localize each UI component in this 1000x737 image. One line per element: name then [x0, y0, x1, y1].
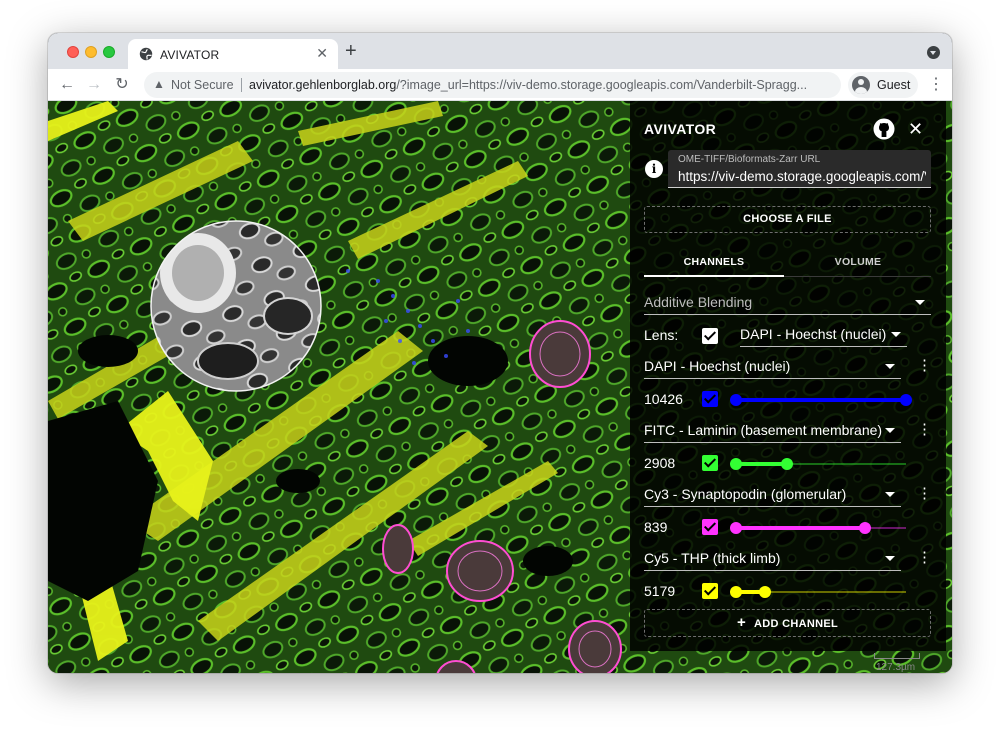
- slider-thumb-high[interactable]: [859, 522, 872, 534]
- chevron-down-icon: [885, 428, 895, 433]
- browser-menu-icon[interactable]: ⋮: [928, 75, 944, 95]
- add-channel-button[interactable]: + ADD CHANNEL: [644, 609, 931, 637]
- github-icon[interactable]: [873, 118, 895, 140]
- profile-avatar-icon: [852, 76, 870, 94]
- channel-value: 2908: [644, 455, 676, 471]
- url-field-label: OME-TIFF/Bioformats-Zarr URL: [678, 154, 821, 165]
- channel-name: Cy3 - Synaptopodin (glomerular): [644, 486, 847, 502]
- channel-slider[interactable]: [730, 521, 906, 535]
- channel-visibility-checkbox[interactable]: [702, 519, 718, 535]
- back-icon[interactable]: ←: [57, 75, 77, 95]
- chevron-down-icon: [885, 556, 895, 561]
- add-channel-label: ADD CHANNEL: [754, 618, 839, 630]
- tab-search-icon[interactable]: [927, 46, 940, 59]
- channel-name: DAPI - Hoechst (nuclei): [644, 358, 791, 374]
- tab-title: AVIVATOR: [160, 48, 220, 62]
- profile-label: Guest: [877, 78, 911, 92]
- scale-bar-label: 127.3µm: [876, 662, 916, 673]
- chevron-down-icon: [885, 364, 895, 369]
- channel-slider[interactable]: [730, 457, 906, 471]
- minimize-window-button[interactable]: [85, 46, 97, 58]
- scale-bar-line: [874, 653, 920, 659]
- plus-icon: +: [736, 614, 747, 631]
- lens-channel-select[interactable]: DAPI - Hoechst (nuclei): [740, 323, 907, 347]
- chevron-down-icon: [915, 300, 925, 305]
- browser-window: AVIVATOR ✕ + ← → ↻ ▲ Not Secure avivator…: [48, 33, 952, 673]
- tab-strip: AVIVATOR ✕ +: [48, 33, 952, 69]
- url-host: avivator.gehlenborglab.org: [249, 78, 397, 92]
- control-panel: AVIVATOR ✕ i OME-TIFF/Bioformats-Zarr UR…: [630, 101, 946, 651]
- warning-icon[interactable]: ▲: [153, 77, 165, 91]
- lens-checkbox[interactable]: [702, 328, 718, 344]
- panel-tabs: CHANNELS VOLUME: [644, 249, 931, 277]
- lens-channel-value: DAPI - Hoechst (nuclei): [740, 326, 887, 342]
- security-label[interactable]: Not Secure: [171, 78, 234, 92]
- channel-value: 10426: [644, 391, 683, 407]
- channel-select-dapi[interactable]: DAPI - Hoechst (nuclei): [644, 355, 901, 379]
- omnibox-divider: [241, 78, 242, 92]
- chevron-down-icon: [891, 332, 901, 337]
- chevron-down-icon: [885, 492, 895, 497]
- channel-options-icon[interactable]: ⋮: [917, 550, 932, 565]
- globe-icon: [139, 47, 153, 61]
- browser-tab[interactable]: AVIVATOR ✕: [128, 39, 338, 69]
- channel-select-fitc[interactable]: FITC - Laminin (basement membrane): [644, 419, 901, 443]
- slider-thumb-low[interactable]: [730, 458, 742, 470]
- close-window-button[interactable]: [67, 46, 79, 58]
- url-field-value[interactable]: https://viv-demo.storage.googleapis.com/…: [678, 169, 926, 184]
- image-url-field[interactable]: OME-TIFF/Bioformats-Zarr URL https://viv…: [668, 150, 931, 188]
- channel-slider[interactable]: [730, 393, 912, 407]
- new-tab-button[interactable]: +: [345, 40, 357, 62]
- info-icon[interactable]: i: [645, 160, 663, 178]
- reload-icon[interactable]: ↻: [112, 75, 132, 95]
- tab-close-icon[interactable]: ✕: [316, 46, 328, 60]
- panel-title: AVIVATOR: [644, 121, 717, 137]
- channel-visibility-checkbox[interactable]: [702, 391, 718, 407]
- slider-thumb-high[interactable]: [900, 394, 912, 406]
- blending-value: Additive Blending: [644, 294, 753, 310]
- close-panel-icon[interactable]: ✕: [908, 119, 923, 139]
- browser-toolbar: ← → ↻ ▲ Not Secure avivator.gehlenborgla…: [48, 69, 952, 101]
- slider-thumb-high[interactable]: [781, 458, 793, 470]
- tab-channels[interactable]: CHANNELS: [644, 249, 784, 277]
- maximize-window-button[interactable]: [103, 46, 115, 58]
- lens-label: Lens:: [644, 327, 679, 343]
- channel-value: 839: [644, 519, 668, 535]
- channel-options-icon[interactable]: ⋮: [917, 422, 932, 437]
- slider-track: [736, 462, 787, 466]
- choose-file-button[interactable]: CHOOSE A FILE: [644, 206, 931, 233]
- slider-track: [736, 398, 906, 402]
- profile-button[interactable]: Guest: [848, 72, 918, 98]
- channel-options-icon[interactable]: ⋮: [917, 358, 932, 373]
- address-bar[interactable]: ▲ Not Secure avivator.gehlenborglab.org/…: [144, 72, 841, 98]
- channel-visibility-checkbox[interactable]: [702, 583, 718, 599]
- forward-icon[interactable]: →: [84, 75, 104, 95]
- url-text[interactable]: avivator.gehlenborglab.org/?image_url=ht…: [249, 78, 829, 92]
- channel-slider[interactable]: [730, 585, 906, 599]
- channel-options-icon[interactable]: ⋮: [917, 486, 932, 501]
- slider-thumb-low[interactable]: [730, 394, 742, 406]
- slider-thumb-low[interactable]: [730, 586, 742, 598]
- channel-visibility-checkbox[interactable]: [702, 455, 718, 471]
- channel-select-cy5[interactable]: Cy5 - THP (thick limb): [644, 547, 901, 571]
- url-path: /?image_url=https://viv-demo.storage.goo…: [396, 78, 808, 92]
- slider-thumb-high[interactable]: [758, 586, 771, 598]
- slider-thumb-low[interactable]: [730, 522, 742, 534]
- blending-select[interactable]: Additive Blending: [644, 291, 931, 315]
- channel-name: FITC - Laminin (basement membrane): [644, 422, 883, 438]
- slider-track: [736, 526, 866, 530]
- tab-volume[interactable]: VOLUME: [788, 249, 928, 277]
- channel-name: Cy5 - THP (thick limb): [644, 550, 781, 566]
- channel-select-cy3[interactable]: Cy3 - Synaptopodin (glomerular): [644, 483, 901, 507]
- channel-value: 5179: [644, 583, 676, 599]
